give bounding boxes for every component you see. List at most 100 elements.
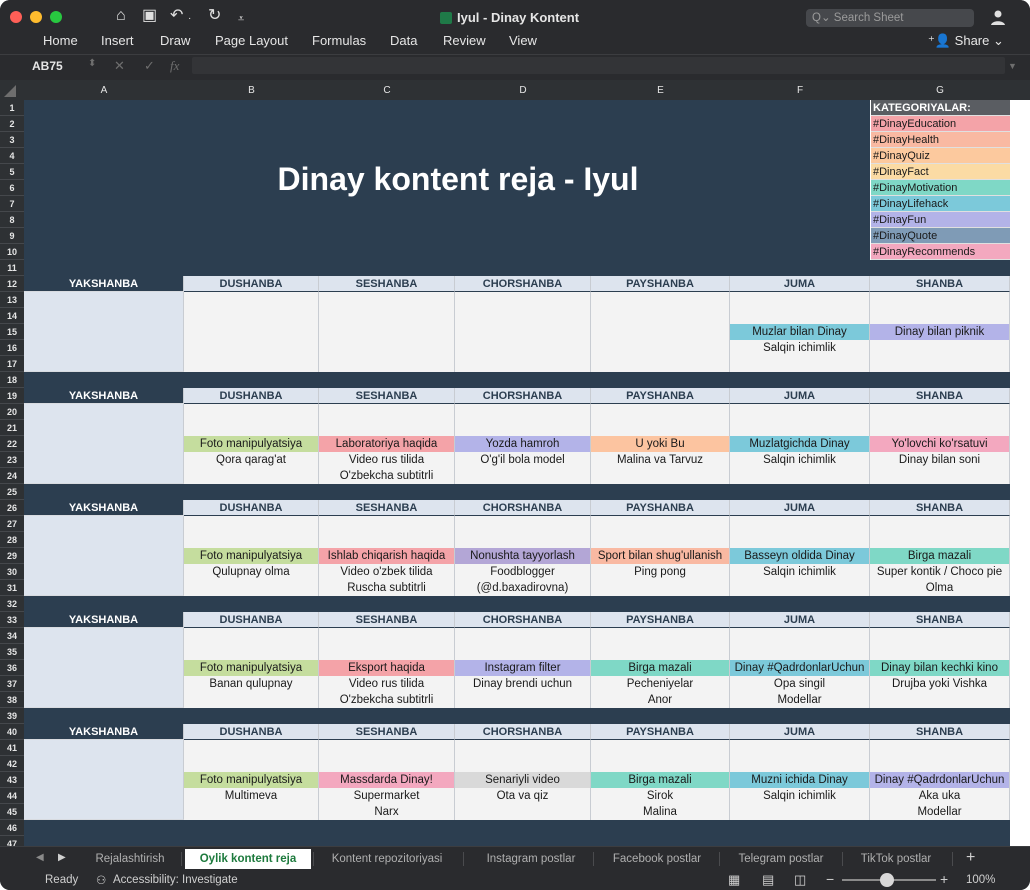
column-header-e[interactable]: E: [592, 84, 729, 98]
share-button[interactable]: ⁺👤 Share ⌄: [928, 33, 1004, 49]
event-detail[interactable]: Pecheniyelar: [591, 676, 730, 692]
name-box-stepper-icon[interactable]: ⬍: [88, 58, 96, 69]
event-detail[interactable]: Video rus tilida: [319, 676, 455, 692]
day-cell-empty[interactable]: [870, 740, 1010, 772]
event-detail[interactable]: [184, 692, 319, 708]
row-header-7[interactable]: 7: [0, 196, 24, 212]
day-cell-empty[interactable]: [870, 628, 1010, 660]
row-header-28[interactable]: 28: [0, 532, 24, 548]
event-detail[interactable]: [730, 468, 870, 484]
row-header-23[interactable]: 23: [0, 452, 24, 468]
row-header-25[interactable]: 25: [0, 484, 24, 500]
row-header-3[interactable]: 3: [0, 132, 24, 148]
event-detail[interactable]: Ota va qiz: [455, 788, 591, 804]
event-title[interactable]: Laboratoriya haqida: [319, 436, 455, 452]
event-title[interactable]: Dinay bilan kechki kino: [870, 660, 1010, 676]
event-detail[interactable]: [730, 580, 870, 596]
day-header-seshanba[interactable]: SESHANBA: [319, 612, 455, 628]
event-detail[interactable]: [870, 356, 1010, 372]
menu-data[interactable]: Data: [390, 33, 417, 48]
event-title[interactable]: Foto manipulyatsiya: [184, 660, 319, 676]
row-header-21[interactable]: 21: [0, 420, 24, 436]
spacer-row[interactable]: [24, 260, 1010, 276]
sheet-tab-3[interactable]: Instagram postlar: [467, 849, 595, 869]
name-box[interactable]: AB75: [32, 59, 63, 73]
event-detail[interactable]: [455, 692, 591, 708]
category-dinaylifehack[interactable]: #DinayLifehack: [871, 196, 1010, 212]
cancel-icon[interactable]: ✕: [114, 58, 125, 74]
formula-input[interactable]: [192, 57, 1005, 74]
row-header-32[interactable]: 32: [0, 596, 24, 612]
redo-icon[interactable]: ↻: [208, 7, 221, 25]
menu-insert[interactable]: Insert: [101, 33, 134, 48]
row-header-36[interactable]: 36: [0, 660, 24, 676]
sheet-tab-6[interactable]: TikTok postlar: [846, 849, 946, 869]
day-header-shanba[interactable]: SHANBA: [870, 724, 1010, 740]
day-header-shanba[interactable]: SHANBA: [870, 276, 1010, 292]
event-title[interactable]: Foto manipulyatsiya: [184, 548, 319, 564]
row-header-45[interactable]: 45: [0, 804, 24, 820]
row-header-44[interactable]: 44: [0, 788, 24, 804]
day-cell-empty[interactable]: [184, 516, 319, 548]
event-title[interactable]: Birga mazali: [870, 548, 1010, 564]
expand-formula-icon[interactable]: ▼: [1008, 61, 1017, 71]
day-header-payshanba[interactable]: PAYSHANBA: [591, 612, 730, 628]
day-header-shanba[interactable]: SHANBA: [870, 612, 1010, 628]
row-header-35[interactable]: 35: [0, 644, 24, 660]
row-header-42[interactable]: 42: [0, 756, 24, 772]
sunday-cell-week-5[interactable]: [24, 740, 184, 820]
sunday-cell-week-2[interactable]: [24, 404, 184, 484]
sunday-cell-week-3[interactable]: [24, 516, 184, 596]
day-cell-empty[interactable]: [730, 628, 870, 660]
event-title[interactable]: Muzni ichida Dinay: [730, 772, 870, 788]
sheet-tab-4[interactable]: Facebook postlar: [597, 849, 717, 869]
menu-view[interactable]: View: [509, 33, 537, 48]
row-header-5[interactable]: 5: [0, 164, 24, 180]
day-cell-empty[interactable]: [319, 740, 455, 772]
event-title[interactable]: Nonushta tayyorlash: [455, 548, 591, 564]
row-header-38[interactable]: 38: [0, 692, 24, 708]
event-detail[interactable]: Foodblogger: [455, 564, 591, 580]
row-header-37[interactable]: 37: [0, 676, 24, 692]
row-header-33[interactable]: 33: [0, 612, 24, 628]
row-header-9[interactable]: 9: [0, 228, 24, 244]
event-detail[interactable]: [455, 804, 591, 820]
day-header-yakshanba[interactable]: YAKSHANBA: [24, 724, 184, 740]
day-header-shanba[interactable]: SHANBA: [870, 500, 1010, 516]
event-detail[interactable]: [730, 804, 870, 820]
day-cell-empty[interactable]: [184, 324, 319, 372]
day-cell-empty[interactable]: [591, 628, 730, 660]
day-header-juma[interactable]: JUMA: [730, 276, 870, 292]
day-header-shanba[interactable]: SHANBA: [870, 388, 1010, 404]
day-cell-empty[interactable]: [184, 292, 319, 324]
event-title[interactable]: Birga mazali: [591, 660, 730, 676]
undo-icon[interactable]: ↶: [170, 7, 183, 25]
week-separator[interactable]: [24, 372, 1010, 388]
day-cell-empty[interactable]: [319, 404, 455, 436]
row-header-27[interactable]: 27: [0, 516, 24, 532]
event-title[interactable]: Foto manipulyatsiya: [184, 772, 319, 788]
day-header-yakshanba[interactable]: YAKSHANBA: [24, 276, 184, 292]
day-header-seshanba[interactable]: SESHANBA: [319, 276, 455, 292]
row-header-46[interactable]: 46: [0, 820, 24, 836]
day-cell-empty[interactable]: [591, 404, 730, 436]
close-window-button[interactable]: [10, 11, 22, 23]
row-header-15[interactable]: 15: [0, 324, 24, 340]
week-separator[interactable]: [24, 484, 1010, 500]
event-detail[interactable]: Salqin ichimlik: [730, 788, 870, 804]
day-cell-empty[interactable]: [591, 740, 730, 772]
day-cell-empty[interactable]: [319, 324, 455, 372]
event-detail[interactable]: [870, 468, 1010, 484]
event-title[interactable]: Foto manipulyatsiya: [184, 436, 319, 452]
day-cell-empty[interactable]: [184, 740, 319, 772]
category-dinaymotivation[interactable]: #DinayMotivation: [871, 180, 1010, 196]
menu-home[interactable]: Home: [43, 33, 78, 48]
category-dinayfun[interactable]: #DinayFun: [871, 212, 1010, 228]
row-header-34[interactable]: 34: [0, 628, 24, 644]
customize-toolbar-icon[interactable]: ⩡: [238, 10, 244, 28]
row-header-30[interactable]: 30: [0, 564, 24, 580]
week-separator[interactable]: [24, 596, 1010, 612]
day-header-seshanba[interactable]: SESHANBA: [319, 500, 455, 516]
event-title[interactable]: Eksport haqida: [319, 660, 455, 676]
row-header-18[interactable]: 18: [0, 372, 24, 388]
